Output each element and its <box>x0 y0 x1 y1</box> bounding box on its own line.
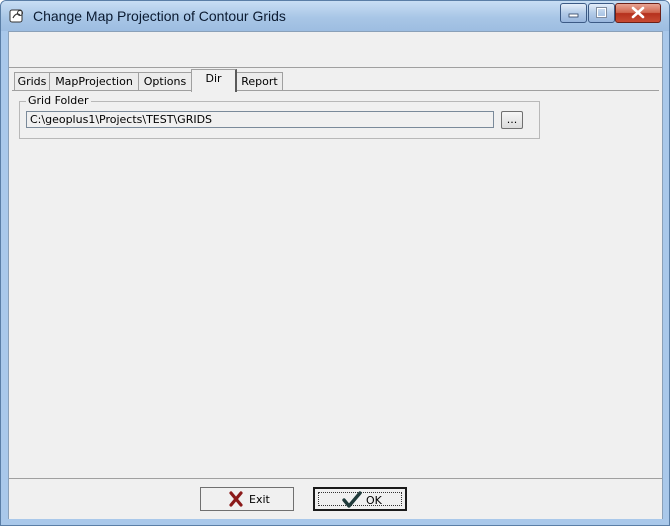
grid-folder-label: Grid Folder <box>26 94 91 107</box>
title-bar[interactable]: Change Map Projection of Contour Grids <box>1 1 669 31</box>
grid-folder-group: Grid Folder ... <box>19 94 540 139</box>
ok-button-label: OK <box>366 494 382 507</box>
exit-button-label: Exit <box>249 493 270 506</box>
tab-report[interactable]: Report <box>236 72 283 91</box>
exit-button[interactable]: Exit <box>200 487 294 511</box>
app-icon[interactable] <box>9 8 25 24</box>
tab-dir[interactable]: Dir <box>191 69 237 92</box>
checkmark-icon <box>342 491 362 508</box>
grid-folder-path-field[interactable] <box>26 111 494 128</box>
minimize-icon <box>568 13 579 18</box>
browse-folder-button[interactable]: ... <box>501 111 523 129</box>
button-bar: Exit OK <box>9 478 662 519</box>
close-icon <box>631 6 645 19</box>
app-window: Change Map Projection of Contour Grids G… <box>0 0 670 526</box>
maximize-button[interactable] <box>588 3 615 23</box>
close-button[interactable] <box>615 3 661 23</box>
tab-options[interactable]: Options <box>138 72 192 91</box>
top-panel <box>9 32 662 68</box>
tab-mapprojection[interactable]: MapProjection <box>49 72 139 91</box>
ok-button[interactable]: OK <box>313 487 407 511</box>
window-title: Change Map Projection of Contour Grids <box>33 8 286 24</box>
dialog-body: Grids MapProjection Options Dir Report G… <box>8 31 663 519</box>
tab-grids[interactable]: Grids <box>14 72 50 91</box>
minimize-button[interactable] <box>560 3 587 23</box>
maximize-icon <box>596 7 607 18</box>
x-icon <box>229 491 243 507</box>
dir-tab-panel: Grid Folder ... <box>12 90 659 477</box>
